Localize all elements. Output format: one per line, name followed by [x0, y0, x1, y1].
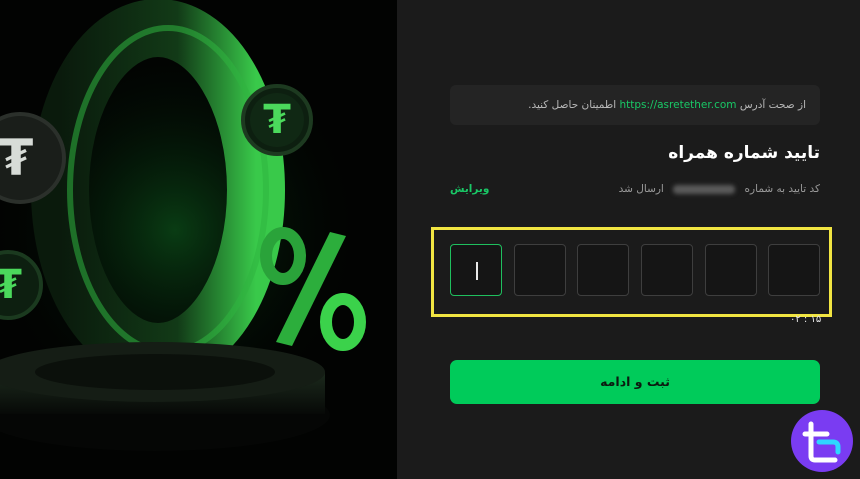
security-notice: از صحت آدرس https://asretether.com اطمین…	[450, 85, 820, 125]
otp-input-group	[450, 244, 820, 296]
otp-digit-input-1[interactable]	[450, 244, 502, 296]
svg-text:₮: ₮	[263, 97, 291, 143]
otp-digit-input-2[interactable]	[514, 244, 566, 296]
svg-text:₮: ₮	[0, 129, 34, 187]
code-sent-message: کد تایید به شماره ارسال شد ویرایش	[450, 181, 820, 199]
brand-logo-icon	[791, 410, 853, 472]
hero-illustration: ₮ ₮ ₮	[0, 0, 397, 479]
resend-countdown-timer: ۰۲ : ۱۵	[790, 314, 822, 325]
notice-prefix: از صحت آدرس	[739, 99, 806, 111]
edit-phone-link[interactable]: ویرایش	[450, 183, 489, 195]
masked-phone-number	[673, 184, 736, 194]
page-title: تایید شماره همراه	[668, 143, 820, 163]
verification-panel: از صحت آدرس https://asretether.com اطمین…	[397, 0, 860, 479]
otp-digit-input-6[interactable]	[768, 244, 820, 296]
tether-coin-icon: ₮	[241, 84, 313, 156]
code-sent-suffix: ارسال شد	[618, 183, 664, 195]
pedestal-graphic	[0, 342, 330, 451]
otp-digit-input-3[interactable]	[577, 244, 629, 296]
submit-continue-button[interactable]: ثبت و ادامه	[450, 360, 820, 404]
site-url-link[interactable]: https://asretether.com	[619, 99, 736, 111]
svg-text:₮: ₮	[0, 262, 22, 308]
hero-banner: ₮ ₮ ₮	[0, 0, 397, 479]
otp-digit-input-4[interactable]	[641, 244, 693, 296]
notice-suffix: اطمینان حاصل کنید.	[528, 99, 617, 111]
code-sent-prefix: کد تایید به شماره	[744, 183, 820, 195]
otp-digit-input-5[interactable]	[705, 244, 757, 296]
